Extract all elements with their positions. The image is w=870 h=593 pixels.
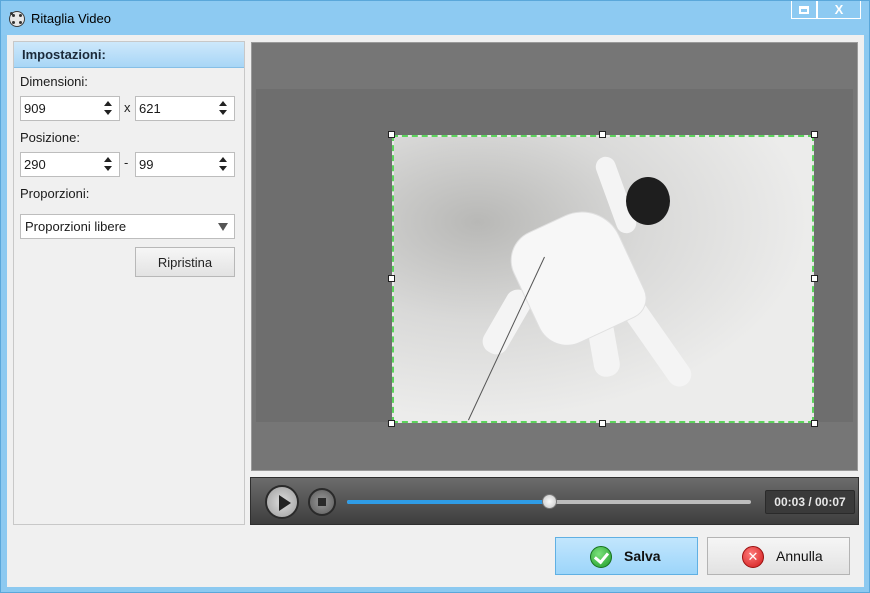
crop-handle-left[interactable] bbox=[388, 275, 395, 282]
crop-handle-top[interactable] bbox=[599, 131, 606, 138]
crop-handle-top-right[interactable] bbox=[811, 131, 818, 138]
film-reel-icon bbox=[9, 11, 25, 27]
position-label: Posizione: bbox=[20, 130, 80, 145]
maximize-button[interactable] bbox=[791, 1, 817, 19]
maximize-icon bbox=[799, 5, 809, 14]
settings-header: Impostazioni: bbox=[14, 42, 244, 68]
position-y-spinbox[interactable]: 99 bbox=[135, 152, 235, 177]
window-title: Ritaglia Video bbox=[31, 11, 111, 26]
playback-bar: 00:03 / 00:07 bbox=[250, 477, 859, 525]
save-label: Salva bbox=[624, 548, 661, 564]
crop-rectangle[interactable] bbox=[392, 135, 814, 423]
crop-handle-bottom-right[interactable] bbox=[811, 420, 818, 427]
close-icon: X bbox=[834, 2, 844, 17]
crop-handle-top-left[interactable] bbox=[388, 131, 395, 138]
cancel-button[interactable]: ✕ Annulla bbox=[707, 537, 850, 575]
close-button[interactable]: X bbox=[817, 1, 861, 19]
spin-arrows-icon[interactable] bbox=[219, 156, 228, 173]
cancel-x-icon: ✕ bbox=[742, 546, 764, 568]
dimensions-separator: x bbox=[124, 100, 131, 115]
spin-arrows-icon[interactable] bbox=[219, 100, 228, 117]
chevron-down-icon bbox=[218, 223, 228, 231]
checkmark-icon bbox=[590, 546, 612, 568]
ratio-dropdown[interactable]: Proporzioni libere bbox=[20, 214, 235, 239]
ratio-label: Proporzioni: bbox=[20, 186, 90, 201]
settings-panel: Impostazioni: Dimensioni: 909 x 621 Posi… bbox=[13, 41, 245, 525]
height-value: 621 bbox=[139, 101, 161, 116]
ratio-value: Proporzioni libere bbox=[25, 219, 127, 234]
crop-video-window: Ritaglia Video X Impostazioni: Dimension… bbox=[0, 0, 870, 593]
dialog-body: Impostazioni: Dimensioni: 909 x 621 Posi… bbox=[7, 35, 864, 587]
reset-button[interactable]: Ripristina bbox=[135, 247, 235, 277]
seek-progress bbox=[347, 500, 549, 504]
seek-thumb[interactable] bbox=[542, 494, 557, 509]
position-y-value: 99 bbox=[139, 157, 154, 172]
dimensions-label: Dimensioni: bbox=[20, 74, 88, 89]
seek-slider[interactable] bbox=[347, 494, 751, 509]
crop-handle-bottom-left[interactable] bbox=[388, 420, 395, 427]
spin-arrows-icon[interactable] bbox=[104, 156, 113, 173]
width-spinbox[interactable]: 909 bbox=[20, 96, 120, 121]
save-button[interactable]: Salva bbox=[555, 537, 698, 575]
spin-arrows-icon[interactable] bbox=[104, 100, 113, 117]
crop-handle-bottom[interactable] bbox=[599, 420, 606, 427]
timecode-display: 00:03 / 00:07 bbox=[765, 490, 855, 514]
title-bar[interactable]: Ritaglia Video X bbox=[1, 1, 869, 35]
crop-handle-right[interactable] bbox=[811, 275, 818, 282]
fencer-photo-mask bbox=[626, 177, 670, 225]
width-value: 909 bbox=[24, 101, 46, 116]
stop-button[interactable] bbox=[308, 488, 336, 516]
play-button[interactable] bbox=[265, 485, 299, 519]
height-spinbox[interactable]: 621 bbox=[135, 96, 235, 121]
position-separator: - bbox=[124, 155, 129, 170]
cancel-label: Annulla bbox=[776, 548, 823, 564]
position-x-spinbox[interactable]: 290 bbox=[20, 152, 120, 177]
position-x-value: 290 bbox=[24, 157, 46, 172]
video-preview bbox=[251, 42, 858, 471]
